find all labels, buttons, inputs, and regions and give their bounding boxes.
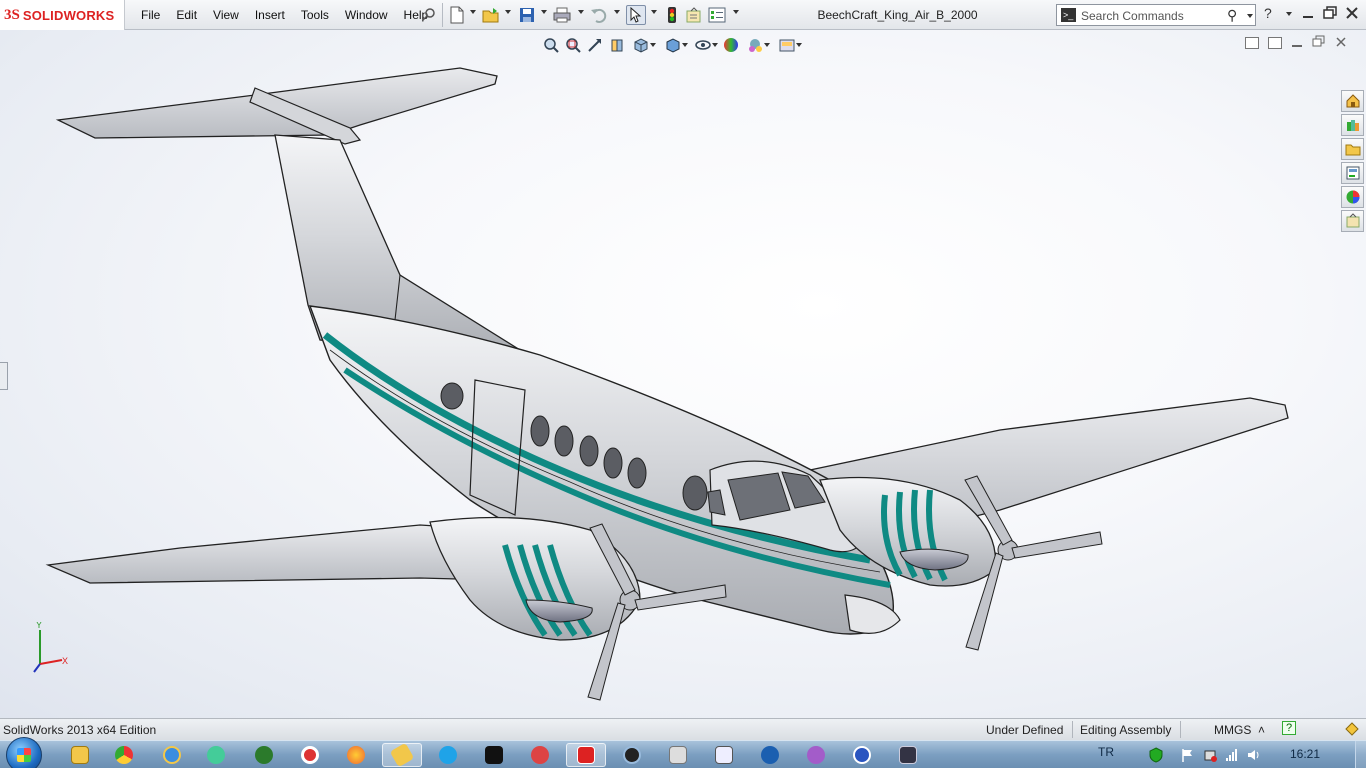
- cmd-icon[interactable]: [474, 743, 514, 767]
- document-title: BeechCraft_King_Air_B_2000: [817, 8, 978, 22]
- ie-icon[interactable]: [152, 743, 192, 767]
- system-clock[interactable]: 16:21: [1290, 747, 1320, 761]
- command-prompt-icon: >_: [1061, 8, 1076, 22]
- title-bar: 3S SOLIDWORKS File Edit View Insert Tool…: [0, 0, 1366, 30]
- firefox-icon[interactable]: [336, 743, 376, 767]
- status-bar: SolidWorks 2013 x64 Edition Under Define…: [0, 718, 1366, 740]
- action-center-flag-icon[interactable]: [1180, 747, 1196, 766]
- open-dropdown-icon[interactable]: [505, 10, 511, 14]
- language-indicator[interactable]: TR: [1098, 745, 1114, 759]
- utorrent-icon[interactable]: [244, 743, 284, 767]
- undo-dropdown-icon[interactable]: [614, 10, 620, 14]
- design-library-icon[interactable]: [1341, 114, 1364, 136]
- show-desktop-button[interactable]: [1355, 741, 1366, 768]
- status-divider: [1180, 721, 1181, 738]
- open-icon[interactable]: [481, 5, 501, 25]
- new-dropdown-icon[interactable]: [470, 10, 476, 14]
- solidworks-resources-icon[interactable]: [1341, 90, 1364, 112]
- coordinate-triad: Y X: [33, 622, 68, 673]
- menu-edit[interactable]: Edit: [168, 8, 205, 22]
- monitor-icon[interactable]: [888, 743, 928, 767]
- view-palette-icon[interactable]: [1341, 162, 1364, 184]
- print-dropdown-icon[interactable]: [578, 10, 584, 14]
- help-dropdown-icon[interactable]: [1286, 12, 1292, 16]
- appearances-icon[interactable]: [1341, 186, 1364, 208]
- print-icon[interactable]: [552, 5, 572, 25]
- antivirus-icon[interactable]: [1148, 747, 1164, 766]
- menu-view[interactable]: View: [205, 8, 247, 22]
- search-placeholder: Search Commands: [1081, 9, 1184, 23]
- units-arrow-icon[interactable]: ˄: [1258, 723, 1265, 737]
- ts-icon[interactable]: [842, 743, 882, 767]
- definition-status: Under Defined: [986, 723, 1064, 737]
- menu-file[interactable]: File: [133, 8, 168, 22]
- chrome-icon[interactable]: [104, 743, 144, 767]
- menu-bar: File Edit View Insert Tools Window Help: [133, 0, 436, 30]
- toolbar-divider: [442, 3, 443, 27]
- units-selector[interactable]: MMGS: [1214, 723, 1251, 737]
- graphics-area[interactable]: Y X: [0, 30, 1366, 718]
- windows-start-button[interactable]: [6, 737, 42, 768]
- task-pane-tabs: [1341, 90, 1366, 234]
- logo-text: SOLIDWORKS: [22, 7, 115, 23]
- custom-properties-icon[interactable]: [1341, 210, 1364, 232]
- menu-insert[interactable]: Insert: [247, 8, 293, 22]
- photo-icon[interactable]: [520, 743, 560, 767]
- select-icon[interactable]: [626, 5, 646, 25]
- new-document-icon[interactable]: [447, 5, 467, 25]
- close-window-icon[interactable]: [1344, 5, 1360, 21]
- undo-icon[interactable]: [589, 5, 609, 25]
- safely-remove-icon[interactable]: [1202, 747, 1218, 766]
- ds-logo-mark: 3S: [4, 6, 20, 23]
- volume-icon[interactable]: [1246, 747, 1262, 766]
- editing-mode-status: Editing Assembly: [1080, 723, 1172, 737]
- network-signal-icon[interactable]: [1224, 747, 1240, 766]
- aircraft-model-render[interactable]: [0, 30, 1340, 718]
- windows-taskbar: TR 16:21: [0, 737, 1366, 768]
- status-divider: [1072, 721, 1073, 738]
- search-dropdown-icon[interactable]: [1247, 14, 1253, 18]
- edition-label: SolidWorks 2013 x64 Edition: [3, 723, 157, 737]
- search-icon[interactable]: ⚲: [1227, 7, 1237, 24]
- triad-y-label: Y: [36, 622, 42, 630]
- solidworks-logo[interactable]: 3S SOLIDWORKS: [0, 0, 125, 30]
- file-explorer-icon[interactable]: [1341, 138, 1364, 160]
- messenger-icon[interactable]: [196, 743, 236, 767]
- pin-menu-icon[interactable]: [421, 6, 437, 22]
- save-icon[interactable]: [517, 5, 537, 25]
- help-icon[interactable]: ?: [1264, 5, 1272, 21]
- select-dropdown-icon[interactable]: [651, 10, 657, 14]
- search-commands-field[interactable]: >_ Search Commands ⚲: [1056, 4, 1256, 26]
- minimize-window-icon[interactable]: [1300, 5, 1316, 21]
- quick-tips-icon[interactable]: ?: [1282, 721, 1296, 735]
- skype-icon[interactable]: [428, 743, 468, 767]
- menu-window[interactable]: Window: [337, 8, 396, 22]
- calc-icon[interactable]: [658, 743, 698, 767]
- solidworks-icon[interactable]: [566, 743, 606, 767]
- options-icon[interactable]: [707, 5, 727, 25]
- restore-window-icon[interactable]: [1322, 5, 1338, 21]
- app-icon[interactable]: [382, 742, 422, 768]
- save-dropdown-icon[interactable]: [541, 10, 547, 14]
- triad-x-label: X: [62, 656, 68, 666]
- itunes-icon[interactable]: [796, 743, 836, 767]
- explorer-icon[interactable]: [60, 743, 100, 767]
- options-dropdown-icon[interactable]: [733, 10, 739, 14]
- rebuild-status-icon[interactable]: [1344, 721, 1360, 740]
- file-properties-icon[interactable]: [684, 5, 704, 25]
- opera-icon[interactable]: [290, 743, 330, 767]
- menu-tools[interactable]: Tools: [293, 8, 337, 22]
- media-icon[interactable]: [612, 743, 652, 767]
- snip-icon[interactable]: [704, 743, 744, 767]
- speedfan-icon[interactable]: [750, 743, 790, 767]
- rebuild-icon[interactable]: [662, 5, 682, 25]
